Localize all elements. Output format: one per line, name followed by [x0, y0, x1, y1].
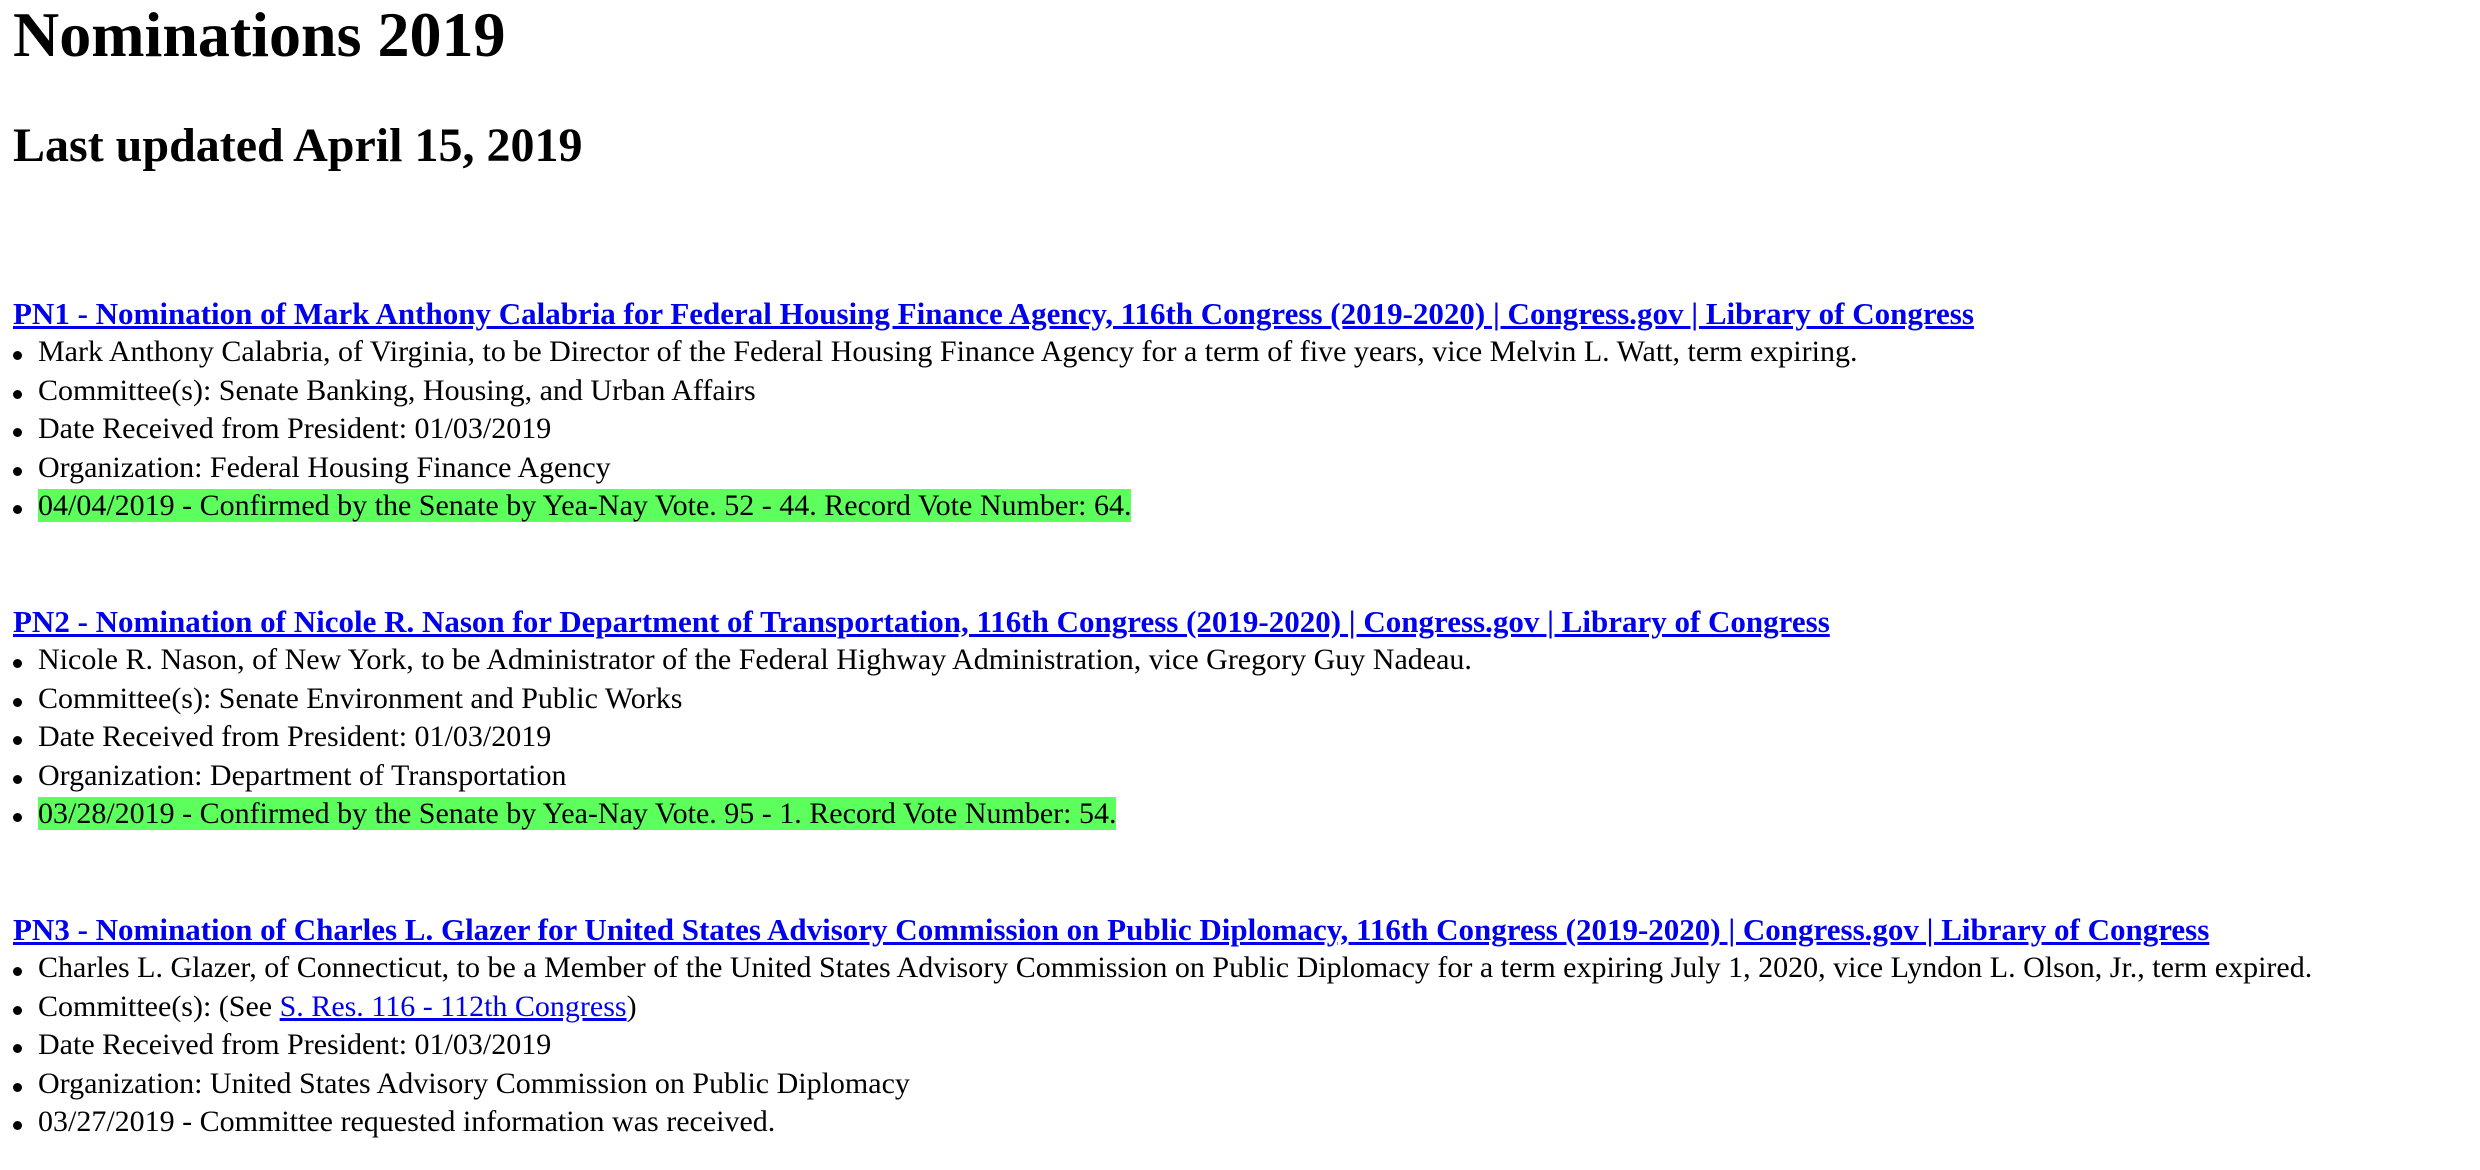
bullet-icon [13, 659, 22, 668]
nomination-latest-action: 04/04/2019 - Confirmed by the Senate by … [13, 487, 2473, 526]
bullet-icon [13, 351, 22, 360]
bullet-icon [13, 736, 22, 746]
page-title: Nominations 2019 [13, 0, 506, 70]
nomination-details-list: Charles L. Glazer, of Connecticut, to be… [13, 949, 2473, 1142]
description-text: Mark Anthony Calabria, of Virginia, to b… [38, 335, 1858, 368]
nomination-date-received: Date Received from President: 01/03/2019 [13, 1026, 2473, 1065]
nomination-title-link[interactable]: PN1 - Nomination of Mark Anthony Calabri… [13, 295, 2473, 333]
latest-action-highlighted: 04/04/2019 - Confirmed by the Senate by … [38, 489, 1132, 523]
nomination-committee: Committee(s): Senate Banking, Housing, a… [13, 372, 2473, 411]
date-received-text: Date Received from President: 01/03/2019 [38, 1028, 552, 1062]
nomination-latest-action: 03/28/2019 - Confirmed by the Senate by … [13, 795, 2473, 834]
nomination-date-received: Date Received from President: 01/03/2019 [13, 410, 2473, 449]
organization-text: Organization: Federal Housing Finance Ag… [38, 450, 611, 484]
nomination-pn2: PN2 - Nomination of Nicole R. Nason for … [13, 603, 2473, 834]
nomination-description: Charles L. Glazer, of Connecticut, to be… [13, 949, 2473, 988]
nomination-organization: Organization: Federal Housing Finance Ag… [13, 449, 2473, 488]
organization-text: Organization: Department of Transportati… [38, 758, 567, 792]
nomination-description: Nicole R. Nason, of New York, to be Admi… [13, 641, 2473, 680]
bullet-icon [13, 389, 22, 399]
nomination-organization: Organization: Department of Transportati… [13, 757, 2473, 796]
nomination-title-link[interactable]: PN2 - Nomination of Nicole R. Nason for … [13, 603, 2473, 641]
nomination-title-link[interactable]: PN3 - Nomination of Charles L. Glazer fo… [13, 911, 2473, 949]
nomination-latest-action: 03/27/2019 - Committee requested informa… [13, 1103, 2473, 1142]
organization-text: Organization: United States Advisory Com… [38, 1066, 910, 1100]
bullet-icon [13, 1082, 22, 1092]
nomination-pn1: PN1 - Nomination of Mark Anthony Calabri… [13, 295, 2473, 526]
date-received-text: Date Received from President: 01/03/2019 [38, 720, 552, 754]
date-received-text: Date Received from President: 01/03/2019 [38, 412, 552, 446]
committee-resolution-link[interactable]: S. Res. 116 - 112th Congress [280, 990, 627, 1023]
bullet-icon [13, 697, 22, 707]
bullet-icon [13, 774, 22, 784]
bullet-icon [13, 505, 22, 515]
nomination-date-received: Date Received from President: 01/03/2019 [13, 718, 2473, 757]
nomination-details-list: Nicole R. Nason, of New York, to be Admi… [13, 641, 2473, 834]
nomination-details-list: Mark Anthony Calabria, of Virginia, to b… [13, 333, 2473, 526]
latest-action-highlighted: 03/28/2019 - Confirmed by the Senate by … [38, 797, 1117, 831]
committee-text: Committee(s): Senate Banking, Housing, a… [38, 373, 756, 407]
nomination-organization: Organization: United States Advisory Com… [13, 1065, 2473, 1104]
bullet-icon [13, 1121, 22, 1131]
last-updated-heading: Last updated April 15, 2019 [13, 119, 583, 172]
committee-text: Committee(s): Senate Environment and Pub… [38, 681, 683, 715]
description-text: Charles L. Glazer, of Connecticut, to be… [38, 951, 2313, 984]
nomination-committee: Committee(s): (See S. Res. 116 - 112th C… [13, 988, 2473, 1027]
bullet-icon [13, 1044, 22, 1054]
latest-action-text: 03/27/2019 - Committee requested informa… [38, 1105, 776, 1139]
nomination-committee: Committee(s): Senate Environment and Pub… [13, 680, 2473, 719]
committee-suffix: ) [626, 989, 637, 1023]
bullet-icon [13, 1005, 22, 1015]
bullet-icon [13, 813, 22, 823]
description-text: Nicole R. Nason, of New York, to be Admi… [38, 643, 1472, 676]
nomination-pn3: PN3 - Nomination of Charles L. Glazer fo… [13, 911, 2473, 1142]
bullet-icon [13, 466, 22, 476]
nomination-description: Mark Anthony Calabria, of Virginia, to b… [13, 333, 2473, 372]
bullet-icon [13, 428, 22, 438]
bullet-icon [13, 967, 22, 976]
committee-prefix: Committee(s): (See [38, 989, 280, 1023]
